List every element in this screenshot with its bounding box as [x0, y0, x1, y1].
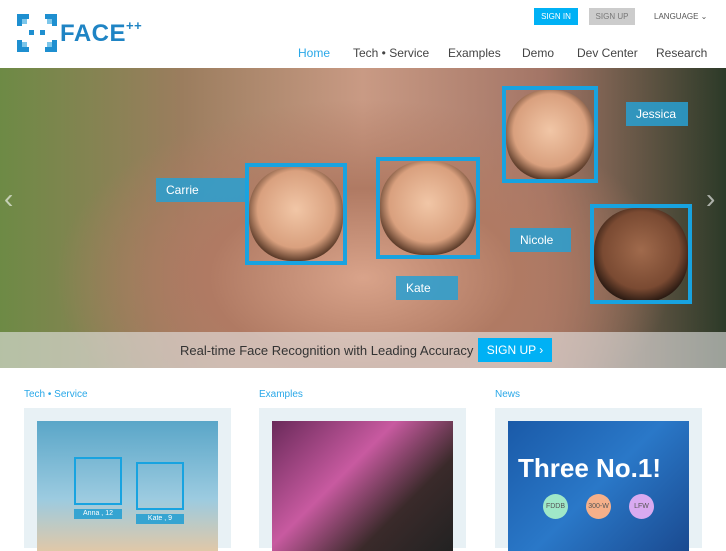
sign-in-button[interactable]: SIGN IN: [534, 8, 578, 25]
logo-text: FACE++: [60, 18, 143, 48]
hero-sign-up-button[interactable]: SIGN UP ›: [478, 338, 552, 362]
tag-anna: Anna , 12: [74, 509, 122, 519]
label-carrie: Carrie: [156, 178, 245, 202]
examples-card[interactable]: [259, 408, 466, 551]
face-box-jessica: [502, 86, 598, 183]
tech-service-image: Anna , 12 Kate , 9: [37, 421, 218, 551]
nav-dev-center[interactable]: Dev Center: [577, 46, 638, 60]
section-title-news[interactable]: News: [495, 389, 520, 400]
news-headline: Three No.1!: [518, 453, 662, 483]
next-slide-arrow[interactable]: ›: [706, 183, 715, 215]
logo-sup: ++: [126, 18, 143, 33]
nav-demo[interactable]: Demo: [522, 46, 554, 60]
nav-home[interactable]: Home: [298, 46, 330, 60]
face-box-nicole: [590, 204, 692, 304]
hero-caption-bar: Real-time Face Recognition with Leading …: [0, 332, 726, 368]
hero-caption: Real-time Face Recognition with Leading …: [180, 343, 474, 358]
face-box-kate: [376, 157, 480, 259]
section-title-tech[interactable]: Tech • Service: [24, 389, 88, 400]
news-card[interactable]: Three No.1! FDDB 300-W LFW: [495, 408, 702, 551]
badge-fddb: FDDB: [543, 494, 568, 519]
face-plus-plus-logo: [17, 14, 57, 52]
face-box-kate-small: [136, 462, 184, 510]
tag-kate: Kate , 9: [136, 514, 184, 524]
label-kate: Kate: [396, 276, 458, 300]
tech-service-card[interactable]: Anna , 12 Kate , 9: [24, 408, 231, 551]
face-box-anna: [74, 457, 122, 505]
badge-300w: 300-W: [586, 494, 611, 519]
badge-lfw: LFW: [629, 494, 654, 519]
language-dropdown[interactable]: LANGUAGE ⌄: [654, 12, 707, 21]
face-box-carrie: [245, 163, 347, 265]
news-image: Three No.1! FDDB 300-W LFW: [508, 421, 689, 551]
label-jessica: Jessica: [626, 102, 688, 126]
nav-research[interactable]: Research: [656, 46, 707, 60]
nav-examples[interactable]: Examples: [448, 46, 501, 60]
label-nicole: Nicole: [510, 228, 571, 252]
sign-up-button[interactable]: SIGN UP: [589, 8, 635, 25]
logo-word: FACE: [60, 20, 127, 47]
prev-slide-arrow[interactable]: ‹: [4, 183, 13, 215]
section-title-examples[interactable]: Examples: [259, 389, 303, 400]
examples-image: [272, 421, 453, 551]
nav-tech-service[interactable]: Tech • Service: [353, 46, 429, 60]
hero-banner: Carrie Kate Jessica Nicole ‹ › Real-time…: [0, 68, 726, 368]
